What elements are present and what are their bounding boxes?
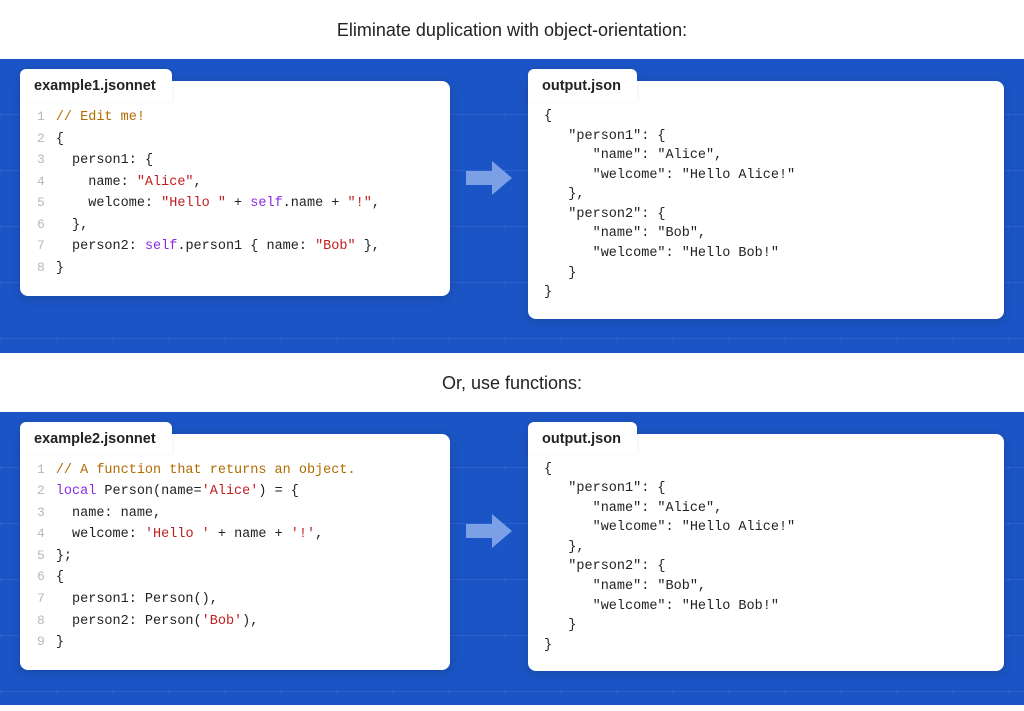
code-line[interactable]: welcome: 'Hello ' + name + '!',: [55, 524, 357, 546]
code-line[interactable]: }: [55, 258, 381, 280]
line-number: 4: [36, 524, 55, 546]
section2-band: example2.jsonnet 1// A function that ret…: [0, 412, 1024, 706]
code-line[interactable]: name: name,: [55, 503, 357, 525]
line-number: 3: [36, 503, 55, 525]
section1-input-card: example1.jsonnet 1// Edit me!2{3 person1…: [20, 81, 450, 296]
line-number: 7: [36, 589, 55, 611]
code-line[interactable]: // Edit me!: [55, 107, 381, 129]
line-number: 3: [36, 150, 55, 172]
line-number: 1: [36, 460, 55, 482]
section1-heading: Eliminate duplication with object-orient…: [0, 0, 1024, 59]
code-line[interactable]: };: [55, 546, 357, 568]
section2-heading: Or, use functions:: [0, 353, 1024, 412]
code-line[interactable]: // A function that returns an object.: [55, 460, 357, 482]
arrow-icon: [464, 161, 514, 195]
line-number: 8: [36, 258, 55, 280]
line-number: 4: [36, 172, 55, 194]
line-number: 5: [36, 193, 55, 215]
code-line[interactable]: {: [55, 567, 357, 589]
code-line[interactable]: }: [55, 632, 357, 654]
section1-output-card: output.json { "person1": { "name": "Alic…: [528, 81, 1004, 319]
section2-output-card: output.json { "person1": { "name": "Alic…: [528, 434, 1004, 672]
section2-output-code: { "person1": { "name": "Alice", "welcome…: [528, 434, 1004, 672]
section2-output-tab: output.json: [528, 422, 637, 455]
section2-input-card: example2.jsonnet 1// A function that ret…: [20, 434, 450, 670]
code-line[interactable]: local Person(name='Alice') = {: [55, 481, 357, 503]
line-number: 6: [36, 215, 55, 237]
line-number: 7: [36, 236, 55, 258]
section2-input-code[interactable]: 1// A function that returns an object.2l…: [20, 434, 450, 670]
code-line[interactable]: welcome: "Hello " + self.name + "!",: [55, 193, 381, 215]
code-line[interactable]: person2: Person('Bob'),: [55, 611, 357, 633]
line-number: 2: [36, 129, 55, 151]
line-number: 9: [36, 632, 55, 654]
code-line[interactable]: person1: Person(),: [55, 589, 357, 611]
section1-input-code[interactable]: 1// Edit me!2{3 person1: {4 name: "Alice…: [20, 81, 450, 296]
arrow-icon: [464, 514, 514, 548]
line-number: 8: [36, 611, 55, 633]
line-number: 6: [36, 567, 55, 589]
section1-output-tab: output.json: [528, 69, 637, 102]
line-number: 1: [36, 107, 55, 129]
code-line[interactable]: },: [55, 215, 381, 237]
code-line[interactable]: name: "Alice",: [55, 172, 381, 194]
code-line[interactable]: person1: {: [55, 150, 381, 172]
line-number: 5: [36, 546, 55, 568]
code-line[interactable]: person2: self.person1 { name: "Bob" },: [55, 236, 381, 258]
section1-band: example1.jsonnet 1// Edit me!2{3 person1…: [0, 59, 1024, 353]
code-line[interactable]: {: [55, 129, 381, 151]
section1-input-tab: example1.jsonnet: [20, 69, 172, 102]
section1-output-code: { "person1": { "name": "Alice", "welcome…: [528, 81, 1004, 319]
line-number: 2: [36, 481, 55, 503]
section2-input-tab: example2.jsonnet: [20, 422, 172, 455]
